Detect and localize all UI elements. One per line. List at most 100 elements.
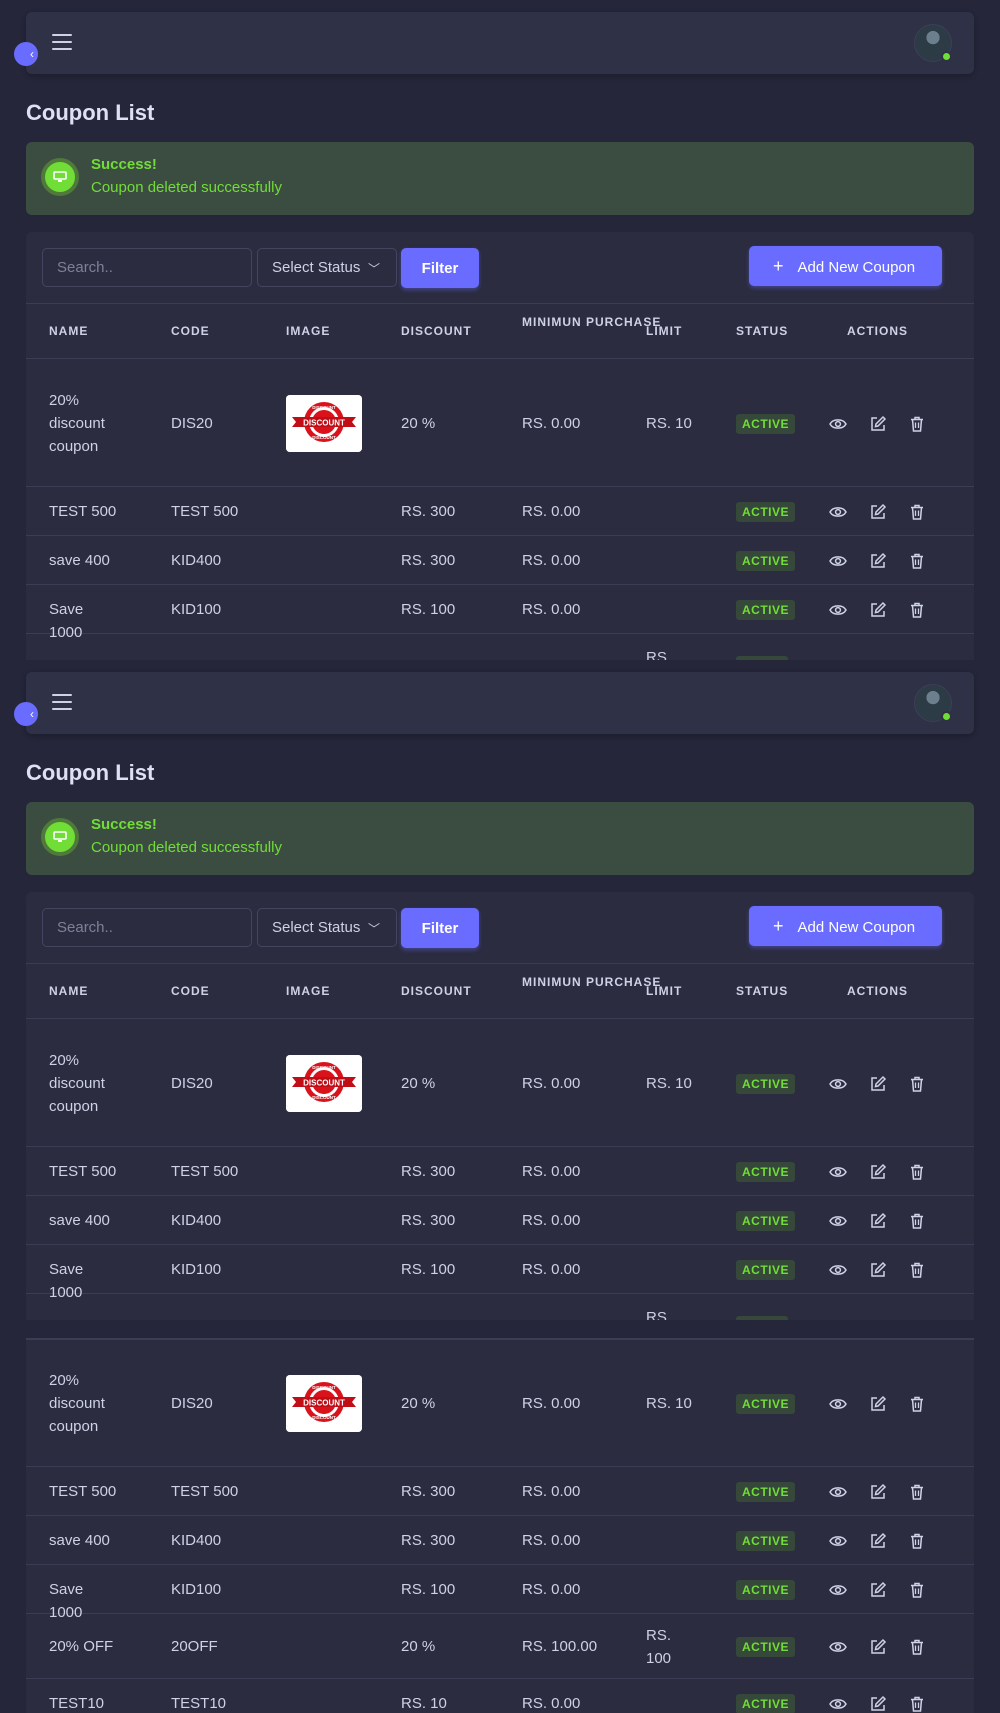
svg-text:DISCOUNT: DISCOUNT (303, 1398, 345, 1407)
filter-button[interactable]: Filter (401, 908, 479, 948)
name-cell: save 400 (49, 1532, 110, 1549)
delete-icon[interactable] (908, 1212, 926, 1230)
search-input[interactable] (42, 248, 252, 287)
sidebar-toggle-icon[interactable]: ‹ (14, 42, 38, 66)
min-purchase-cell: RS. 0.00 (522, 1261, 581, 1278)
code-cell: KID100 (171, 601, 222, 618)
view-icon[interactable] (829, 1483, 847, 1501)
delete-icon[interactable] (908, 601, 926, 619)
view-icon[interactable] (829, 552, 847, 570)
filter-button[interactable]: Filter (401, 248, 479, 288)
edit-icon[interactable] (869, 1483, 887, 1501)
edit-icon[interactable] (869, 552, 887, 570)
status-select[interactable]: Select Status ﹀ (257, 248, 397, 287)
delete-icon[interactable] (908, 1483, 926, 1501)
view-icon[interactable] (829, 601, 847, 619)
column-header: STATUS (736, 984, 789, 998)
sidebar-toggle-icon[interactable]: ‹ (14, 702, 38, 726)
status-badge: ACTIVE (736, 1579, 796, 1600)
view-icon[interactable] (829, 415, 847, 433)
view-icon[interactable] (829, 1638, 847, 1656)
screenshot-panel-1: ‹ Coupon List Success! Coupon deleted su… (0, 0, 1000, 660)
edit-icon[interactable] (869, 415, 887, 433)
add-new-coupon-button[interactable]: + Add New Coupon (749, 246, 942, 286)
svg-text:DISCOUNT: DISCOUNT (312, 435, 336, 440)
edit-icon[interactable] (869, 503, 887, 521)
edit-icon[interactable] (869, 1581, 887, 1599)
avatar[interactable] (914, 684, 952, 722)
alert-message: Coupon deleted successfully (91, 839, 282, 856)
avatar[interactable] (914, 24, 952, 62)
edit-icon[interactable] (869, 1532, 887, 1550)
view-icon[interactable] (829, 1581, 847, 1599)
edit-icon[interactable] (869, 1075, 887, 1093)
menu-icon[interactable] (52, 34, 72, 50)
delete-icon[interactable] (908, 1581, 926, 1599)
name-cell: 20% OFF (49, 1638, 114, 1655)
delete-icon[interactable] (908, 1395, 926, 1413)
edit-icon[interactable] (869, 1261, 887, 1279)
name-cell: 20% discount coupon (49, 1052, 105, 1115)
add-new-coupon-button[interactable]: + Add New Coupon (749, 906, 942, 946)
success-alert: Success! Coupon deleted successfully (26, 142, 974, 215)
delete-icon[interactable] (908, 1695, 926, 1713)
view-icon[interactable] (829, 1163, 847, 1181)
table-row: Save 1000 KID100 RS. 100 RS. 0.00 ACTIVE (26, 585, 974, 641)
add-new-coupon-label: Add New Coupon (797, 918, 916, 936)
svg-text:DISCOUNT: DISCOUNT (312, 1385, 336, 1390)
min-purchase-cell: RS. 0.00 (522, 415, 581, 432)
name-cell: TEST 500 (49, 1163, 117, 1180)
edit-icon[interactable] (869, 1638, 887, 1656)
delete-icon[interactable] (908, 415, 926, 433)
view-icon[interactable] (829, 1261, 847, 1279)
delete-icon[interactable] (908, 503, 926, 521)
view-icon[interactable] (829, 503, 847, 521)
success-alert: Success! Coupon deleted successfully (26, 802, 974, 875)
name-cell: TEST 500 (49, 1483, 117, 1500)
search-input[interactable] (42, 908, 252, 947)
column-header: ACTIONS (847, 984, 908, 998)
limit-cell: RS. 10 (646, 415, 692, 432)
name-cell: 20% discount coupon (49, 1372, 105, 1435)
edit-icon[interactable] (869, 1695, 887, 1713)
edit-icon[interactable] (869, 601, 887, 619)
limit-cell: RS. 100 (646, 1626, 672, 1667)
status-badge: ACTIVE (736, 413, 796, 434)
limit-cell: RS. (646, 1309, 672, 1320)
min-purchase-cell: RS. 0.00 (522, 552, 581, 569)
view-icon[interactable] (829, 1532, 847, 1550)
discount-cell: RS. 300 (401, 1163, 456, 1180)
table-row: Save 1000 KID100 RS. 100 RS. 0.00 ACTIVE (26, 1245, 974, 1301)
delete-icon[interactable] (908, 1163, 926, 1181)
view-icon[interactable] (829, 1212, 847, 1230)
edit-icon[interactable] (869, 1212, 887, 1230)
view-icon[interactable] (829, 1395, 847, 1413)
delete-icon[interactable] (908, 1261, 926, 1279)
column-header: LIMIT (646, 984, 683, 998)
edit-icon[interactable] (869, 1395, 887, 1413)
menu-icon[interactable] (52, 694, 72, 710)
code-cell: TEST 500 (171, 1163, 239, 1180)
plus-icon: + (773, 255, 784, 276)
status-badge: ACTIVE (736, 1481, 796, 1502)
delete-icon[interactable] (908, 1638, 926, 1656)
edit-icon[interactable] (869, 1163, 887, 1181)
table-row: save 400 KID400 RS. 300 RS. 0.00 ACTIVE (26, 536, 974, 585)
min-purchase-cell: RS. 0.00 (522, 1163, 581, 1180)
svg-text:DISCOUNT: DISCOUNT (312, 1065, 336, 1070)
status-badge: ACTIVE (736, 1636, 796, 1657)
delete-icon[interactable] (908, 552, 926, 570)
code-cell: TEST 500 (171, 1483, 239, 1500)
delete-icon[interactable] (908, 1532, 926, 1550)
limit-cell: RS. 10 (646, 1075, 692, 1092)
screenshot-panel-2: ‹ Coupon List Success! Coupon deleted su… (0, 660, 1000, 1320)
column-header: IMAGE (286, 984, 331, 998)
discount-cell: 20 % (401, 415, 436, 432)
view-icon[interactable] (829, 1075, 847, 1093)
table-row: TEST 500 TEST 500 RS. 300 RS. 0.00 ACTIVE (26, 1147, 974, 1196)
screenshot-panel-3: 20% discount coupon DIS20 DISCOUNT DISCOUNT… (0, 1320, 1000, 1713)
min-purchase-cell: RS. 0.00 (522, 503, 581, 520)
view-icon[interactable] (829, 1695, 847, 1713)
delete-icon[interactable] (908, 1075, 926, 1093)
status-select[interactable]: Select Status ﹀ (257, 908, 397, 947)
